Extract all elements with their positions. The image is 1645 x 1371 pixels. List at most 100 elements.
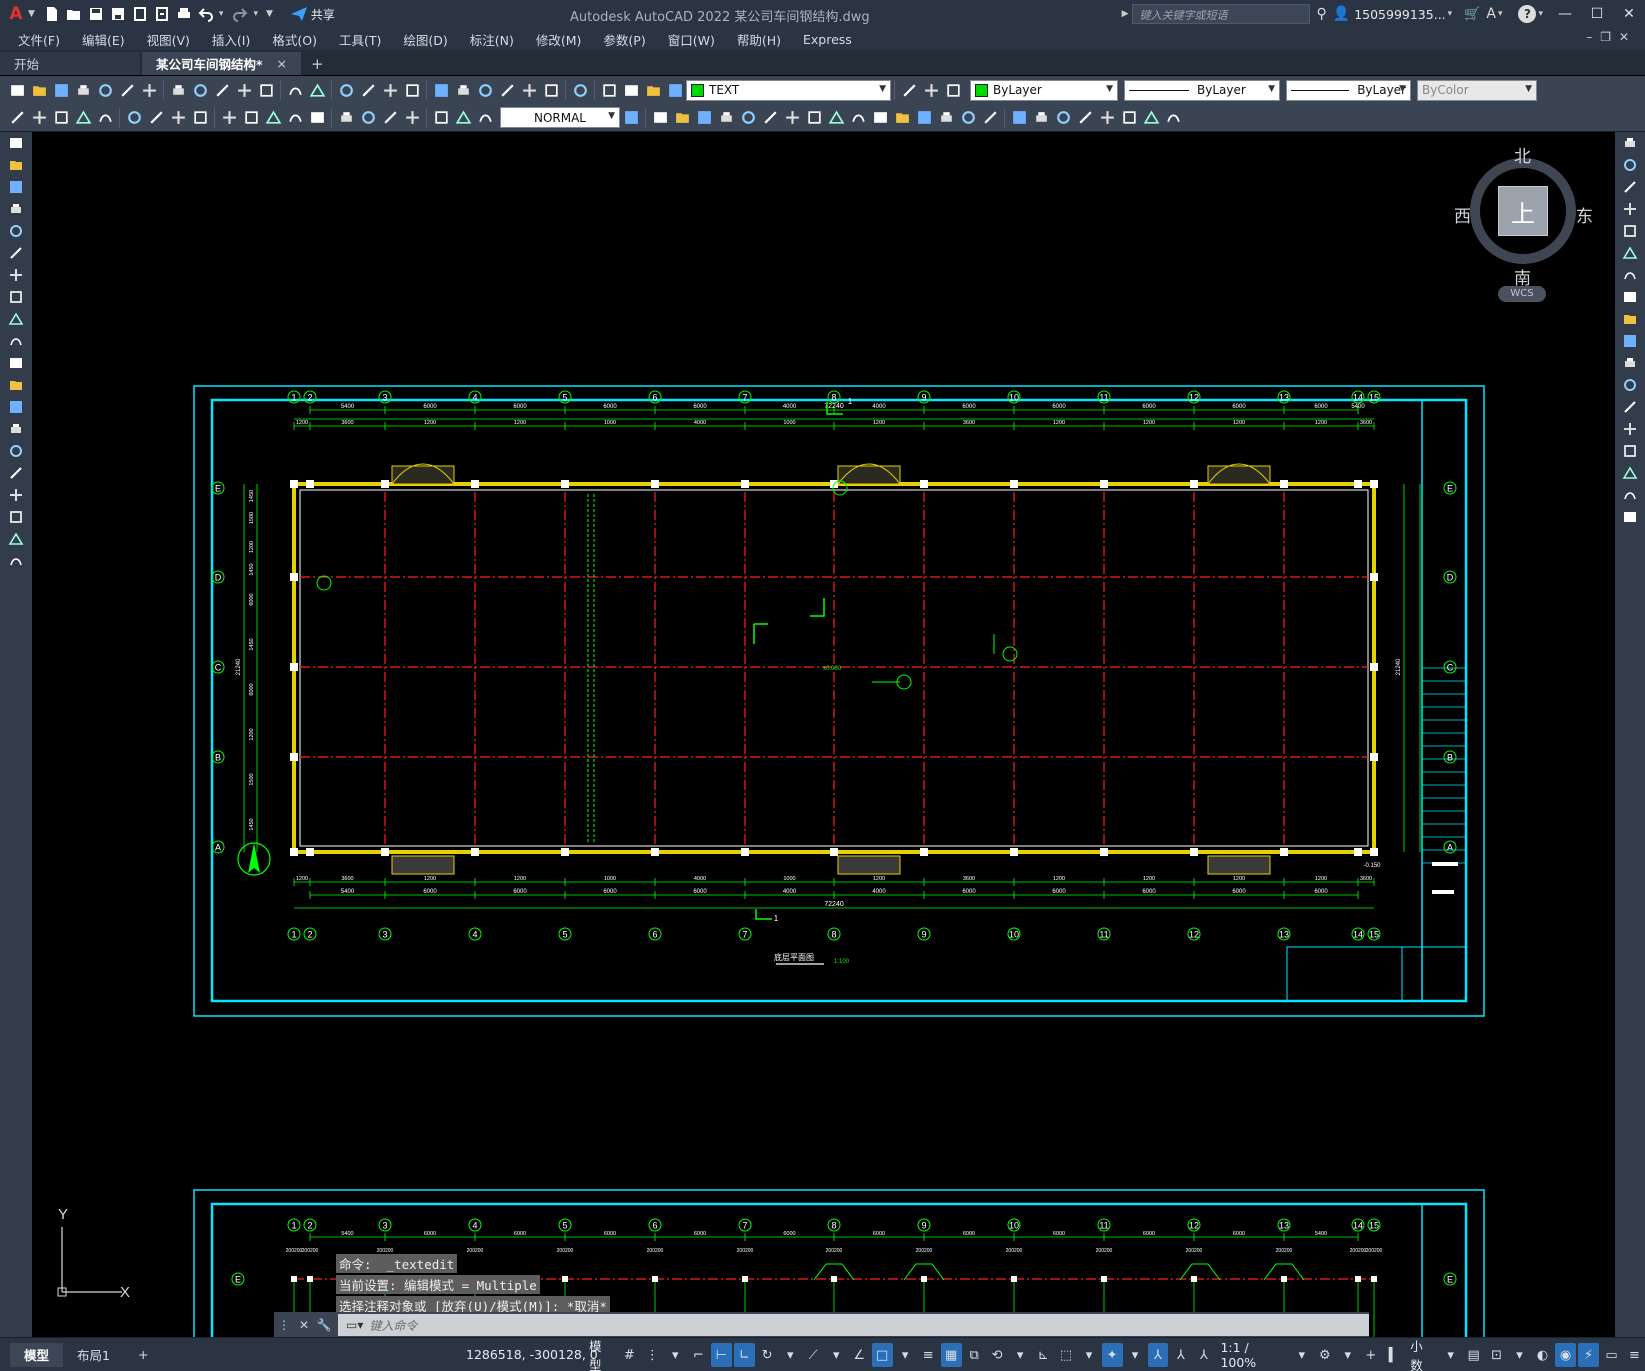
fillet-icon[interactable]	[1615, 462, 1645, 484]
modify-tool-icon[interactable]	[869, 107, 891, 129]
linetype-dropdown[interactable]: ByLayer ▼	[1124, 79, 1280, 101]
copy-icon[interactable]	[189, 79, 211, 101]
close-icon[interactable]: ✕	[1613, 0, 1645, 28]
selection-filter-dropdown-icon[interactable]: ▾	[1079, 1343, 1100, 1367]
multiline-text-icon[interactable]	[0, 528, 32, 550]
layer-dropdown[interactable]: TEXT ▼	[686, 79, 891, 101]
command-input[interactable]: ▭▾ 键入命令	[338, 1314, 1369, 1336]
undo-icon[interactable]	[284, 79, 306, 101]
autodesk-app-icon[interactable]: A	[1486, 6, 1496, 22]
user-dropdown-icon[interactable]: ▾	[1448, 9, 1453, 19]
chamfer-icon[interactable]	[1615, 440, 1645, 462]
autocad-logo-icon[interactable]: A	[6, 4, 26, 24]
selection-cycling-icon[interactable]: ⧉	[964, 1343, 985, 1367]
hardware-acceleration-icon[interactable]: ⚡	[1578, 1343, 1599, 1367]
save-icon[interactable]	[50, 79, 72, 101]
quick-dim-icon[interactable]	[218, 107, 240, 129]
isodraft-icon[interactable]: ⟋	[803, 1343, 824, 1367]
menu-item[interactable]: 帮助(H)	[726, 30, 792, 49]
annotation-monitor-icon[interactable]: +	[1360, 1343, 1381, 1367]
sheet-set-icon[interactable]	[496, 79, 518, 101]
make-block-icon[interactable]	[0, 396, 32, 418]
graphics-performance-icon[interactable]: ◉	[1555, 1343, 1577, 1367]
copy-object-icon[interactable]	[1615, 154, 1645, 176]
draw-order-icon[interactable]	[1008, 107, 1030, 129]
dim-update-icon[interactable]	[474, 107, 496, 129]
app-menu-caret-icon[interactable]: ▼	[28, 9, 35, 19]
arc-icon[interactable]	[0, 242, 32, 264]
layer-state-icon[interactable]	[942, 79, 964, 101]
lineweight-icon[interactable]: ≡	[918, 1343, 939, 1367]
menu-item[interactable]: 文件(F)	[0, 30, 71, 49]
stretch-icon[interactable]	[1615, 308, 1645, 330]
clean-screen-icon[interactable]: ▭	[1601, 1343, 1622, 1367]
table-icon[interactable]	[0, 506, 32, 528]
hatch-icon[interactable]	[0, 440, 32, 462]
jogged-linear-icon[interactable]	[401, 107, 423, 129]
modify-tool-icon[interactable]	[847, 107, 869, 129]
customization-icon[interactable]: ≡	[1624, 1343, 1645, 1367]
lineweight-dropdown[interactable]: ByLayer ▼	[1286, 79, 1411, 101]
drawing-canvas[interactable]: 1 1 2 2 3 3 4 4 5 5 6 6 7 7 8 8 9 9 10 10 11 11 12 12 13 13 14 14 15…	[32, 132, 1615, 1337]
layer-freeze-icon[interactable]	[642, 79, 664, 101]
spline-icon[interactable]	[0, 308, 32, 330]
plot-preview-icon[interactable]	[94, 79, 116, 101]
line-icon[interactable]	[0, 132, 32, 154]
modify-tool-icon[interactable]	[759, 107, 781, 129]
modify-tool-icon[interactable]	[891, 107, 913, 129]
layer-on-icon[interactable]	[620, 79, 642, 101]
block-editor-icon[interactable]	[255, 79, 277, 101]
add-selected-icon[interactable]	[0, 550, 32, 572]
save-icon[interactable]	[85, 3, 107, 25]
zoom-window-icon[interactable]	[379, 79, 401, 101]
isodraft-dropdown-icon[interactable]: ▾	[826, 1343, 847, 1367]
layout-tab-model[interactable]: 模型	[10, 1342, 64, 1367]
modify-tool-icon[interactable]	[935, 107, 957, 129]
annotation-scale-dropdown-icon[interactable]: ▾	[1291, 1343, 1312, 1367]
coordinates-readout[interactable]: 1286518, -300128, 0	[466, 1347, 598, 1362]
open-web-icon[interactable]	[129, 3, 151, 25]
grid-icon[interactable]: #	[619, 1343, 640, 1367]
object-snap-dropdown-icon[interactable]: ▾	[895, 1343, 916, 1367]
open-file-icon[interactable]	[63, 3, 85, 25]
maximize-icon[interactable]: ☐	[1581, 0, 1613, 28]
viewcube-north[interactable]: 北	[1514, 142, 1531, 167]
modify-tool-icon[interactable]	[737, 107, 759, 129]
angular-icon[interactable]	[189, 107, 211, 129]
mirror-icon[interactable]	[1615, 176, 1645, 198]
join-icon[interactable]	[1615, 418, 1645, 440]
gradient-icon[interactable]	[0, 462, 32, 484]
menu-item[interactable]: 插入(I)	[201, 30, 261, 49]
zoom-previous-icon[interactable]	[401, 79, 423, 101]
continue-icon[interactable]	[262, 107, 284, 129]
menu-item[interactable]: 参数(P)	[592, 30, 656, 49]
redo-dropdown-icon[interactable]: ▾	[253, 9, 258, 19]
tool-palettes-icon[interactable]	[474, 79, 496, 101]
match-properties-icon[interactable]	[233, 79, 255, 101]
ellipse-arc-icon[interactable]	[0, 352, 32, 374]
tab-start[interactable]: 开始	[0, 52, 140, 75]
zoom-realtime-icon[interactable]	[357, 79, 379, 101]
new-icon[interactable]	[6, 79, 28, 101]
units-value[interactable]: 小数	[1406, 1336, 1438, 1371]
ordinate-icon[interactable]	[94, 107, 116, 129]
new-tab-icon[interactable]: +	[303, 52, 332, 75]
auto-scale-icon[interactable]: ⅄	[1170, 1343, 1191, 1367]
undo-icon[interactable]	[195, 3, 217, 25]
redo-icon[interactable]	[306, 79, 328, 101]
draw-order-icon[interactable]	[1030, 107, 1052, 129]
help-icon[interactable]	[569, 79, 591, 101]
menu-item[interactable]: 绘图(D)	[392, 30, 458, 49]
quick-properties-icon[interactable]: ▤	[1463, 1343, 1484, 1367]
undo-dropdown-icon[interactable]: ▾	[219, 9, 224, 19]
center-mark-icon[interactable]	[357, 107, 379, 129]
snap-icon[interactable]: ⋮	[642, 1343, 663, 1367]
menu-item[interactable]: 标注(N)	[459, 30, 525, 49]
cart-icon[interactable]: 🛒	[1464, 7, 1480, 22]
menu-item[interactable]: 修改(M)	[525, 30, 593, 49]
publish-icon[interactable]	[116, 79, 138, 101]
dynamic-input-icon[interactable]: ⊢	[710, 1343, 732, 1367]
region-icon[interactable]	[0, 484, 32, 506]
3d-osnap-dropdown-icon[interactable]: ▾	[1010, 1343, 1031, 1367]
object-snap-tracking-icon[interactable]: ∠	[849, 1343, 870, 1367]
